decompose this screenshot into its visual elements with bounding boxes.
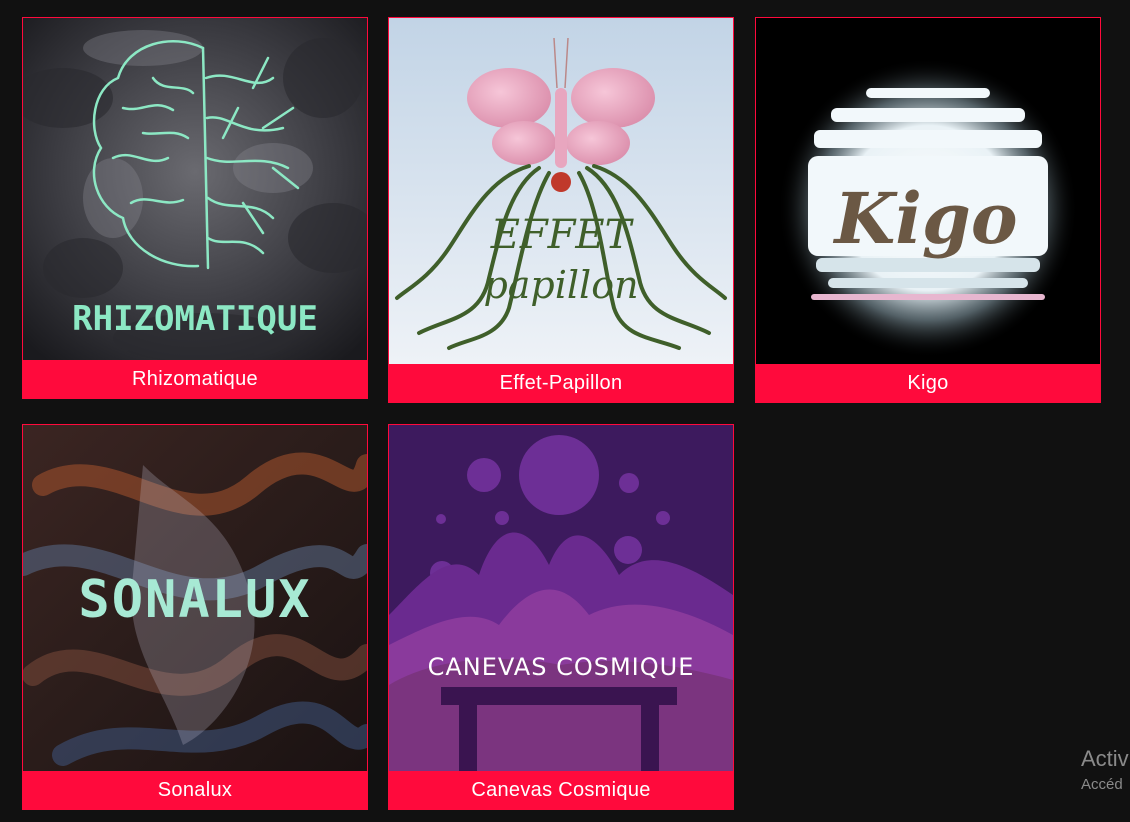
project-card-rhizomatique[interactable]: RHIZOMATIQUE Rhizomatique [22,17,368,399]
project-title-canevas-cosmique[interactable]: Canevas Cosmique [389,771,733,809]
project-image-sonalux[interactable]: SONALUX [23,425,367,771]
art-title-rhizomatique: RHIZOMATIQUE [72,299,318,339]
watermark-line-1: Activ [1081,746,1129,771]
project-title-sonalux[interactable]: Sonalux [23,771,367,809]
art-title-sonalux: SONALUX [78,570,311,630]
art-title-canevas-cosmique: CANEVAS COSMIQUE [428,653,695,681]
project-image-canevas-cosmique[interactable]: CANEVAS COSMIQUE [389,425,733,771]
project-card-effet-papillon[interactable]: EFFET papillon Effet-Papillon [388,17,734,403]
art-title-papillon: papillon [483,263,638,307]
project-image-effet-papillon[interactable]: EFFET papillon [389,18,733,364]
project-card-kigo[interactable]: Kigo Kigo [755,17,1101,403]
os-activation-watermark: Activ Accéd [1081,746,1129,793]
project-title-kigo[interactable]: Kigo [756,364,1100,402]
art-title-kigo: Kigo [832,177,1017,260]
watermark-line-2: Accéd [1081,776,1123,793]
project-card-sonalux[interactable]: SONALUX Sonalux [22,424,368,810]
project-title-effet-papillon[interactable]: Effet-Papillon [389,364,733,402]
art-title-effet: EFFET [490,212,635,258]
project-image-rhizomatique[interactable]: RHIZOMATIQUE [23,18,367,360]
project-card-canevas-cosmique[interactable]: CANEVAS COSMIQUE Canevas Cosmique [388,424,734,810]
project-title-rhizomatique[interactable]: Rhizomatique [23,360,367,398]
project-image-kigo[interactable]: Kigo [756,18,1100,364]
